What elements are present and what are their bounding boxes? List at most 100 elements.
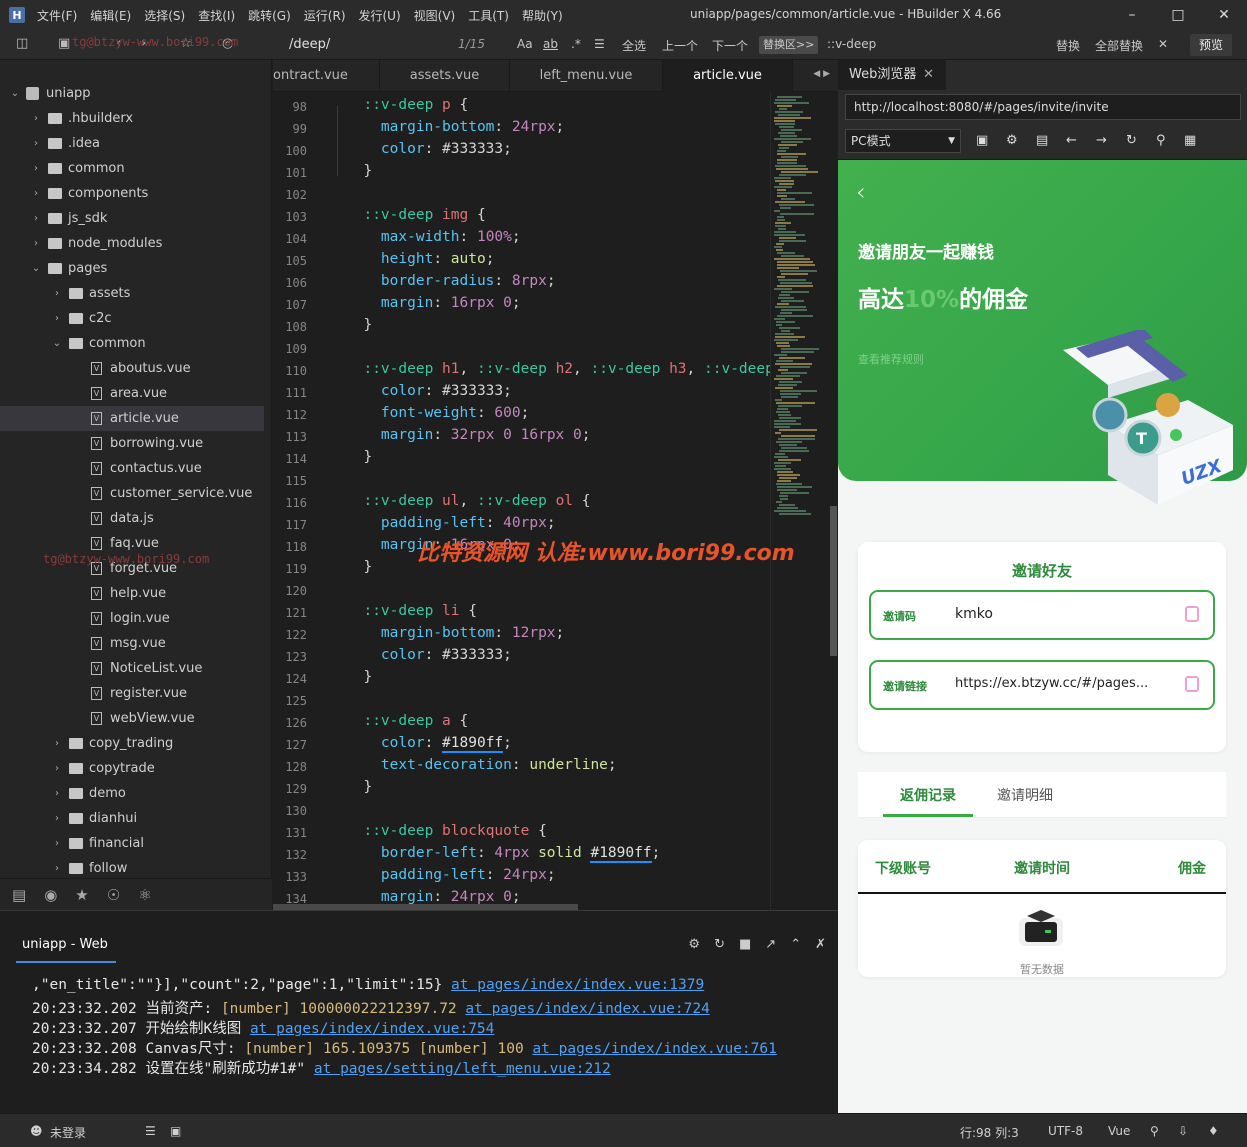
refresh-icon[interactable]: ↻ bbox=[1126, 133, 1137, 148]
binoculars-icon[interactable]: ◉ bbox=[44, 886, 57, 904]
lock-icon[interactable]: ⚲ bbox=[1156, 133, 1166, 148]
whole-word-icon[interactable]: ab bbox=[543, 37, 558, 51]
copy-icon[interactable] bbox=[1185, 606, 1199, 622]
tree-file[interactable]: V NoticeList.vue bbox=[0, 656, 264, 681]
tree-folder[interactable]: ⌄ pages bbox=[0, 256, 264, 281]
menu-item[interactable]: 编辑(E) bbox=[90, 7, 131, 24]
list-icon[interactable]: ☰ bbox=[145, 1124, 156, 1138]
menu-item[interactable]: 文件(F) bbox=[37, 7, 77, 24]
tree-file[interactable]: Varticle.vue bbox=[0, 406, 264, 431]
rules-link[interactable]: 查看推荐规则 bbox=[858, 351, 924, 367]
replace-button[interactable]: 替换 bbox=[1056, 37, 1080, 54]
clear-icon[interactable]: ✗ bbox=[815, 937, 826, 952]
tree-folder[interactable]: › financial bbox=[0, 831, 264, 856]
search-input[interactable]: /deep/ bbox=[289, 37, 330, 52]
copy-icon[interactable] bbox=[1185, 676, 1199, 692]
vertical-scrollbar[interactable] bbox=[830, 506, 837, 656]
find-next-button[interactable]: 下一个 bbox=[712, 37, 748, 54]
menu-item[interactable]: 视图(V) bbox=[414, 7, 456, 24]
tree-folder[interactable]: ⌄ common bbox=[0, 331, 264, 356]
tab-scroll-icon[interactable]: ◀ ▶ bbox=[813, 69, 830, 79]
tab-assets[interactable]: assets.vue bbox=[380, 60, 510, 92]
tab-left-menu[interactable]: left_menu.vue bbox=[510, 60, 663, 92]
terminal-icon[interactable]: ▣ bbox=[170, 1124, 181, 1138]
source-link[interactable]: at pages/index/index.vue:754 bbox=[250, 1021, 494, 1037]
search-icon[interactable]: ⚲ bbox=[1150, 1124, 1159, 1138]
tab-web-browser[interactable]: Web浏览器 ✕ bbox=[838, 60, 946, 90]
source-link[interactable]: at pages/index/index.vue:1379 bbox=[451, 977, 704, 993]
tree-file[interactable]: Vborrowing.vue bbox=[0, 431, 264, 456]
tree-file[interactable]: Vregister.vue bbox=[0, 681, 264, 706]
stop-icon[interactable]: ■ bbox=[739, 937, 751, 952]
tree-file[interactable]: Vhelp.vue bbox=[0, 581, 264, 606]
collapse-icon[interactable]: ⌃ bbox=[790, 937, 801, 952]
tree-file[interactable]: Vdata.js bbox=[0, 506, 264, 531]
device-mode-select[interactable]: PC模式 ▼ bbox=[845, 129, 961, 153]
tree-file[interactable]: Vmsg.vue bbox=[0, 631, 264, 656]
bell-icon[interactable]: ♦ bbox=[1208, 1124, 1219, 1138]
tree-folder[interactable]: › node_modules bbox=[0, 231, 264, 256]
tree-folder[interactable]: › .idea bbox=[0, 131, 264, 156]
open-external-icon[interactable]: ↗ bbox=[765, 937, 776, 952]
source-link[interactable]: at pages/index/index.vue:724 bbox=[465, 1001, 709, 1017]
git-icon[interactable]: ☉ bbox=[107, 886, 120, 904]
menu-item[interactable]: 选择(S) bbox=[144, 7, 185, 24]
menu-item[interactable]: 查找(I) bbox=[198, 7, 235, 24]
tree-folder[interactable]: › copytrade bbox=[0, 756, 264, 781]
forward-arrow-icon[interactable]: → bbox=[1096, 133, 1107, 148]
tree-folder[interactable]: › common bbox=[0, 156, 264, 181]
restart-icon[interactable]: ↻ bbox=[714, 937, 725, 952]
tree-folder[interactable]: › demo bbox=[0, 781, 264, 806]
settings-icon[interactable]: ⚙ bbox=[1006, 133, 1018, 148]
tab-article[interactable]: article.vue bbox=[663, 60, 793, 92]
tree-folder[interactable]: › c2c bbox=[0, 306, 264, 331]
tree-file[interactable]: Vcustomer_service.vue bbox=[0, 481, 264, 506]
minimap[interactable] bbox=[770, 92, 838, 910]
tree-folder[interactable]: › js_sdk bbox=[0, 206, 264, 231]
encoding[interactable]: UTF-8 bbox=[1048, 1124, 1083, 1138]
back-chevron-icon[interactable]: ‹ bbox=[856, 178, 866, 206]
maximize-icon[interactable]: □ bbox=[1155, 0, 1201, 30]
menu-item[interactable]: 跳转(G) bbox=[248, 7, 291, 24]
download-icon[interactable]: ⇩ bbox=[1178, 1124, 1188, 1138]
preview-button[interactable]: 预览 bbox=[1190, 34, 1232, 56]
explorer-icon[interactable]: ▤ bbox=[12, 886, 26, 904]
tree-folder[interactable]: › dianhui bbox=[0, 806, 264, 831]
tree-file[interactable]: Vaboutus.vue bbox=[0, 356, 264, 381]
console-tab[interactable]: uniapp - Web bbox=[22, 937, 108, 952]
language-mode[interactable]: Vue bbox=[1108, 1124, 1130, 1138]
replace-region-toggle[interactable]: 替换区>> bbox=[759, 36, 819, 54]
regex-icon[interactable]: .* bbox=[571, 37, 581, 51]
url-input[interactable]: http://localhost:8080/#/pages/invite/inv… bbox=[845, 94, 1241, 120]
tree-root[interactable]: ⌄ uniapp bbox=[0, 81, 264, 106]
code-editor[interactable]: 98 ::v-deep p {99 margin-bottom: 24rpx; 1… bbox=[273, 92, 770, 910]
menu-item[interactable]: 发行(U) bbox=[359, 7, 401, 24]
find-prev-button[interactable]: 上一个 bbox=[662, 37, 698, 54]
tab-commission-records[interactable]: 返佣记录 bbox=[883, 785, 973, 805]
tree-file[interactable]: VwebView.vue bbox=[0, 706, 264, 731]
plugin-icon[interactable]: ⚛ bbox=[138, 886, 151, 904]
minimize-icon[interactable]: – bbox=[1109, 0, 1155, 30]
close-icon[interactable]: ✕ bbox=[923, 60, 934, 90]
select-all-button[interactable]: 全选 bbox=[622, 37, 646, 54]
replace-input[interactable]: ::v-deep bbox=[827, 37, 876, 51]
match-case-icon[interactable]: Aa bbox=[517, 37, 533, 51]
menu-item[interactable]: 运行(R) bbox=[304, 7, 346, 24]
back-arrow-icon[interactable]: ← bbox=[1066, 133, 1077, 148]
tree-folder[interactable]: › assets bbox=[0, 281, 264, 306]
tree-file[interactable]: Varea.vue bbox=[0, 381, 264, 406]
replace-all-button[interactable]: 全部替换 bbox=[1095, 37, 1143, 54]
screenshot-icon[interactable]: ▣ bbox=[976, 133, 988, 148]
menu-item[interactable]: 帮助(Y) bbox=[522, 7, 563, 24]
close-icon[interactable]: ✕ bbox=[1201, 0, 1247, 30]
in-selection-icon[interactable]: ☰ bbox=[594, 37, 605, 51]
source-link[interactable]: at pages/index/index.vue:761 bbox=[532, 1041, 776, 1057]
qrcode-icon[interactable]: ▦ bbox=[1184, 133, 1196, 148]
tree-file[interactable]: Vcontactus.vue bbox=[0, 456, 264, 481]
close-find-icon[interactable]: ✕ bbox=[1158, 37, 1168, 51]
save-icon[interactable]: ▣ bbox=[58, 36, 70, 51]
tree-folder[interactable]: › components bbox=[0, 181, 264, 206]
debug-icon[interactable]: ⚙ bbox=[688, 937, 700, 952]
cursor-position[interactable]: 行:98 列:3 bbox=[960, 1124, 1019, 1141]
menu-item[interactable]: 工具(T) bbox=[468, 7, 509, 24]
